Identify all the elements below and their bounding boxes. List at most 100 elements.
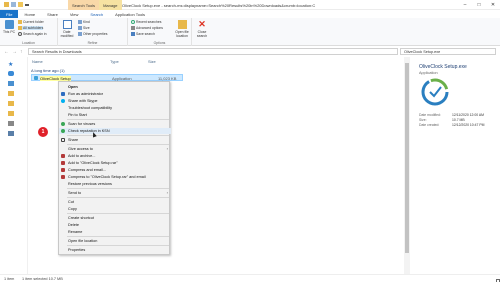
new-folder-icon[interactable] — [18, 2, 23, 7]
ribbon: This PC Current folder All subfolders Se… — [0, 18, 500, 46]
advanced-options-button[interactable]: Advanced options — [131, 26, 163, 30]
context-tab-manage[interactable]: Manage — [99, 0, 122, 10]
up-arrow-icon[interactable]: ↑ — [20, 49, 23, 55]
minimize-button[interactable]: – — [458, 0, 472, 10]
cloud-icon[interactable] — [8, 71, 14, 76]
maximize-button[interactable]: □ — [472, 0, 486, 10]
menu-separator — [67, 188, 169, 189]
tab-search[interactable]: Search — [84, 10, 109, 18]
menu-item-label: Copy — [68, 207, 77, 211]
tab-application-tools[interactable]: Application Tools — [109, 10, 151, 18]
forward-arrow-icon[interactable]: → — [12, 49, 17, 55]
star-icon[interactable]: ★ — [8, 61, 14, 68]
date-modified-label: Date modified — [60, 30, 74, 38]
menu-item-add-to-archive[interactable]: Add to archive... — [59, 153, 171, 159]
menu-item-cut[interactable]: Cut — [59, 199, 171, 205]
save-search-button[interactable]: Save search — [131, 32, 155, 36]
ribbon-group-options: Recent searches Advanced options Save se… — [128, 18, 192, 46]
status-bar: 1 item 1 item selected 10.7 MB — [0, 274, 500, 282]
menu-item-copy[interactable]: Copy — [59, 206, 171, 212]
drive-icon[interactable] — [8, 121, 14, 126]
all-subfolders-button[interactable]: All subfolders — [18, 26, 44, 30]
folder-icon[interactable] — [8, 111, 14, 116]
address-bar[interactable]: Search Results in Downloads — [28, 48, 398, 55]
menu-item-rename[interactable]: Rename — [59, 229, 171, 235]
column-header-name[interactable]: Name — [32, 59, 43, 64]
menu-item-open[interactable]: Open — [59, 84, 171, 90]
menu-item-label: Share with Skype — [68, 99, 98, 103]
preview-value-size: 10.7 MB — [452, 118, 465, 122]
save-search-label: Save search — [136, 32, 155, 36]
menu-item-check-reputation-in-ksn[interactable]: Check reputation in KSN — [59, 128, 171, 134]
kind-button[interactable]: Kind — [78, 20, 90, 24]
current-folder-button[interactable]: Current folder — [18, 20, 44, 24]
context-tab-search-tools[interactable]: Search Tools — [68, 0, 100, 10]
menu-separator — [67, 236, 169, 237]
archive-icon — [61, 161, 65, 165]
ribbon-group-refine: Date modified Kind Size Other properties… — [58, 18, 128, 46]
menu-item-pin-to-start[interactable]: Pin to Start — [59, 112, 171, 118]
computer-icon[interactable] — [8, 81, 14, 86]
settings-icon — [131, 26, 135, 30]
this-pc-button[interactable]: This PC — [2, 20, 16, 34]
ribbon-tab-bar: File Home Share View Search Application … — [0, 10, 500, 18]
menu-item-label: Compress and email... — [68, 168, 106, 172]
menu-item-properties[interactable]: Properties — [59, 247, 171, 253]
menu-item-add-to-rar[interactable]: Add to "OliveClock Setup.rar" — [59, 160, 171, 166]
size-button[interactable]: Size — [78, 26, 90, 30]
search-icon — [18, 32, 22, 36]
menu-item-label: Add to "OliveClock Setup.rar" — [68, 161, 118, 165]
menu-item-share-with-skype[interactable]: Share with Skype — [59, 98, 171, 104]
menu-item-compress-and-email[interactable]: Compress and email... — [59, 167, 171, 173]
network-icon[interactable] — [8, 131, 14, 136]
properties-icon[interactable] — [11, 2, 16, 7]
tab-home[interactable]: Home — [18, 10, 41, 18]
menu-item-give-access-to[interactable]: Give access to › — [59, 146, 171, 152]
open-file-location-label: Open file location — [175, 30, 189, 38]
tab-file[interactable]: File — [0, 10, 19, 18]
menu-item-compress-to-rar-and-email[interactable]: Compress to "OliveClock Setup.rar" and e… — [59, 174, 171, 180]
archive-icon — [61, 175, 65, 179]
tab-share[interactable]: Share — [41, 10, 64, 18]
menu-item-create-shortcut[interactable]: Create shortcut — [59, 215, 171, 221]
file-type: Application — [112, 75, 132, 81]
folder-icon[interactable] — [4, 2, 9, 7]
group-header[interactable]: A long time ago (1) — [31, 68, 65, 73]
size-label: Size — [83, 26, 90, 30]
close-search-button[interactable]: ✕ Close search — [194, 20, 210, 39]
folder-icon[interactable] — [8, 101, 14, 106]
search-again-in-button[interactable]: Search again in — [18, 32, 47, 36]
table-row[interactable]: OliveClock Setup Application 11,023 KB — [31, 74, 183, 81]
menu-item-open-file-location[interactable]: Open file location — [59, 238, 171, 244]
menu-item-delete[interactable]: Delete — [59, 222, 171, 228]
recent-searches-button[interactable]: Recent searches — [131, 20, 161, 24]
search-input[interactable]: OliveClock Setup.exe — [400, 48, 496, 55]
menu-separator — [67, 144, 169, 145]
date-modified-button[interactable]: Date modified — [60, 20, 74, 38]
column-header-type[interactable]: Type — [110, 59, 119, 64]
close-button[interactable]: ✕ — [486, 0, 500, 10]
menu-separator — [67, 197, 169, 198]
file-size: 11,023 KB — [158, 75, 177, 81]
menu-item-scan-for-viruses[interactable]: Scan for viruses — [59, 121, 171, 127]
menu-item-restore-previous-versions[interactable]: Restore previous versions — [59, 181, 171, 187]
menu-item-share[interactable]: Share — [59, 137, 171, 143]
menu-item-troubleshoot-compatibility[interactable]: Troubleshoot compatibility — [59, 105, 171, 111]
folder-open-icon — [177, 20, 187, 29]
menu-item-label: Delete — [68, 223, 79, 227]
column-header-size[interactable]: Size — [148, 59, 156, 64]
context-menu: Open Run as administrator Share with Sky… — [58, 81, 171, 255]
open-file-location-button[interactable]: Open file location — [174, 20, 190, 38]
menu-item-label: Scan for viruses — [68, 122, 96, 126]
computer-icon — [4, 20, 14, 29]
menu-item-run-as-administrator[interactable]: Run as administrator — [59, 91, 171, 97]
other-properties-button[interactable]: Other properties — [78, 32, 108, 36]
chevron-down-icon[interactable] — [25, 4, 29, 6]
menu-item-send-to[interactable]: Send to › — [59, 190, 171, 196]
size-icon — [78, 26, 82, 30]
vertical-scrollbar[interactable] — [404, 57, 410, 274]
folder-icon[interactable] — [8, 91, 14, 96]
back-arrow-icon[interactable]: ← — [4, 49, 9, 55]
scrollbar-thumb[interactable] — [405, 63, 409, 253]
tab-view[interactable]: View — [64, 10, 85, 18]
